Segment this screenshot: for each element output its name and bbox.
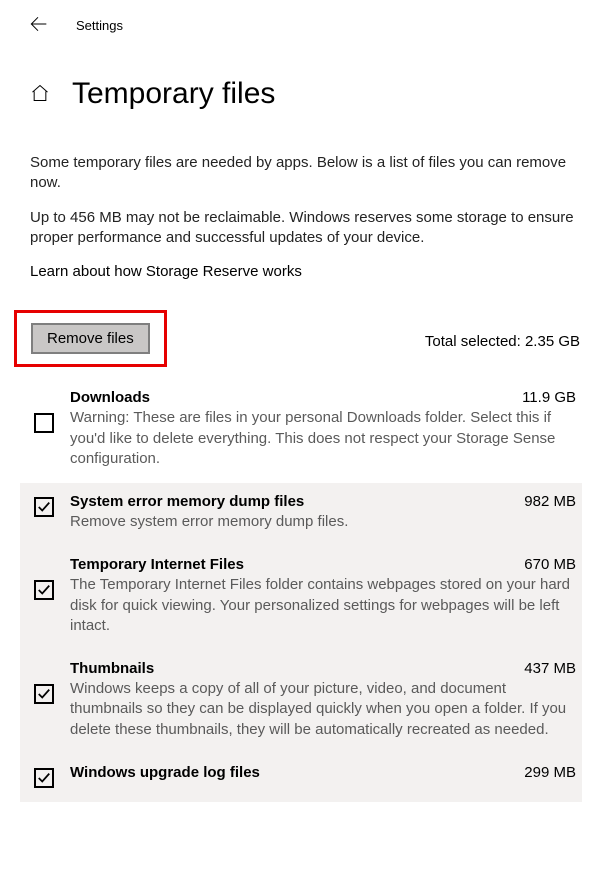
file-item-system-error-dump[interactable]: System error memory dump files 982 MB Re… bbox=[20, 483, 582, 546]
file-name: System error memory dump files bbox=[70, 493, 304, 510]
file-size: 11.9 GB bbox=[512, 389, 576, 406]
file-description: The Temporary Internet Files folder cont… bbox=[70, 575, 576, 636]
page-title: Temporary files bbox=[72, 77, 275, 111]
title-row: Temporary files bbox=[0, 47, 596, 119]
body-text: Some temporary files are needed by apps.… bbox=[0, 119, 596, 282]
file-size: 670 MB bbox=[514, 556, 576, 573]
highlight-annotation: Remove files bbox=[14, 310, 167, 367]
file-item-downloads[interactable]: Downloads 11.9 GB Warning: These are fil… bbox=[20, 379, 582, 483]
file-description: Windows keeps a copy of all of your pict… bbox=[70, 679, 576, 740]
home-icon[interactable] bbox=[30, 83, 50, 106]
file-description: Remove system error memory dump files. bbox=[70, 512, 576, 532]
top-bar: Settings bbox=[0, 0, 596, 47]
file-item-thumbnails[interactable]: Thumbnails 437 MB Windows keeps a copy o… bbox=[20, 650, 582, 754]
file-item-windows-upgrade-logs[interactable]: Windows upgrade log files 299 MB bbox=[20, 754, 582, 802]
file-name: Downloads bbox=[70, 389, 150, 406]
file-description: Warning: These are files in your persona… bbox=[70, 408, 576, 469]
file-name: Windows upgrade log files bbox=[70, 764, 260, 781]
intro-paragraph-1: Some temporary files are needed by apps.… bbox=[30, 153, 576, 194]
file-list: Downloads 11.9 GB Warning: These are fil… bbox=[0, 367, 596, 802]
file-size: 437 MB bbox=[514, 660, 576, 677]
file-name: Temporary Internet Files bbox=[70, 556, 244, 573]
checkbox-windows-upgrade-logs[interactable] bbox=[34, 768, 54, 788]
storage-reserve-link[interactable]: Learn about how Storage Reserve works bbox=[30, 262, 576, 282]
back-arrow-icon[interactable] bbox=[28, 14, 48, 37]
total-selected-label: Total selected: 2.35 GB bbox=[425, 333, 582, 350]
checkbox-system-error-dump[interactable] bbox=[34, 497, 54, 517]
file-size: 982 MB bbox=[514, 493, 576, 510]
checkbox-thumbnails[interactable] bbox=[34, 684, 54, 704]
checkbox-downloads[interactable] bbox=[34, 413, 54, 433]
file-size: 299 MB bbox=[514, 764, 576, 781]
settings-label: Settings bbox=[76, 18, 123, 33]
remove-files-button[interactable]: Remove files bbox=[31, 323, 150, 354]
checkbox-temp-internet-files[interactable] bbox=[34, 580, 54, 600]
action-row: Remove files Total selected: 2.35 GB bbox=[0, 296, 596, 367]
file-name: Thumbnails bbox=[70, 660, 154, 677]
intro-paragraph-2: Up to 456 MB may not be reclaimable. Win… bbox=[30, 208, 576, 249]
file-item-temp-internet-files[interactable]: Temporary Internet Files 670 MB The Temp… bbox=[20, 546, 582, 650]
